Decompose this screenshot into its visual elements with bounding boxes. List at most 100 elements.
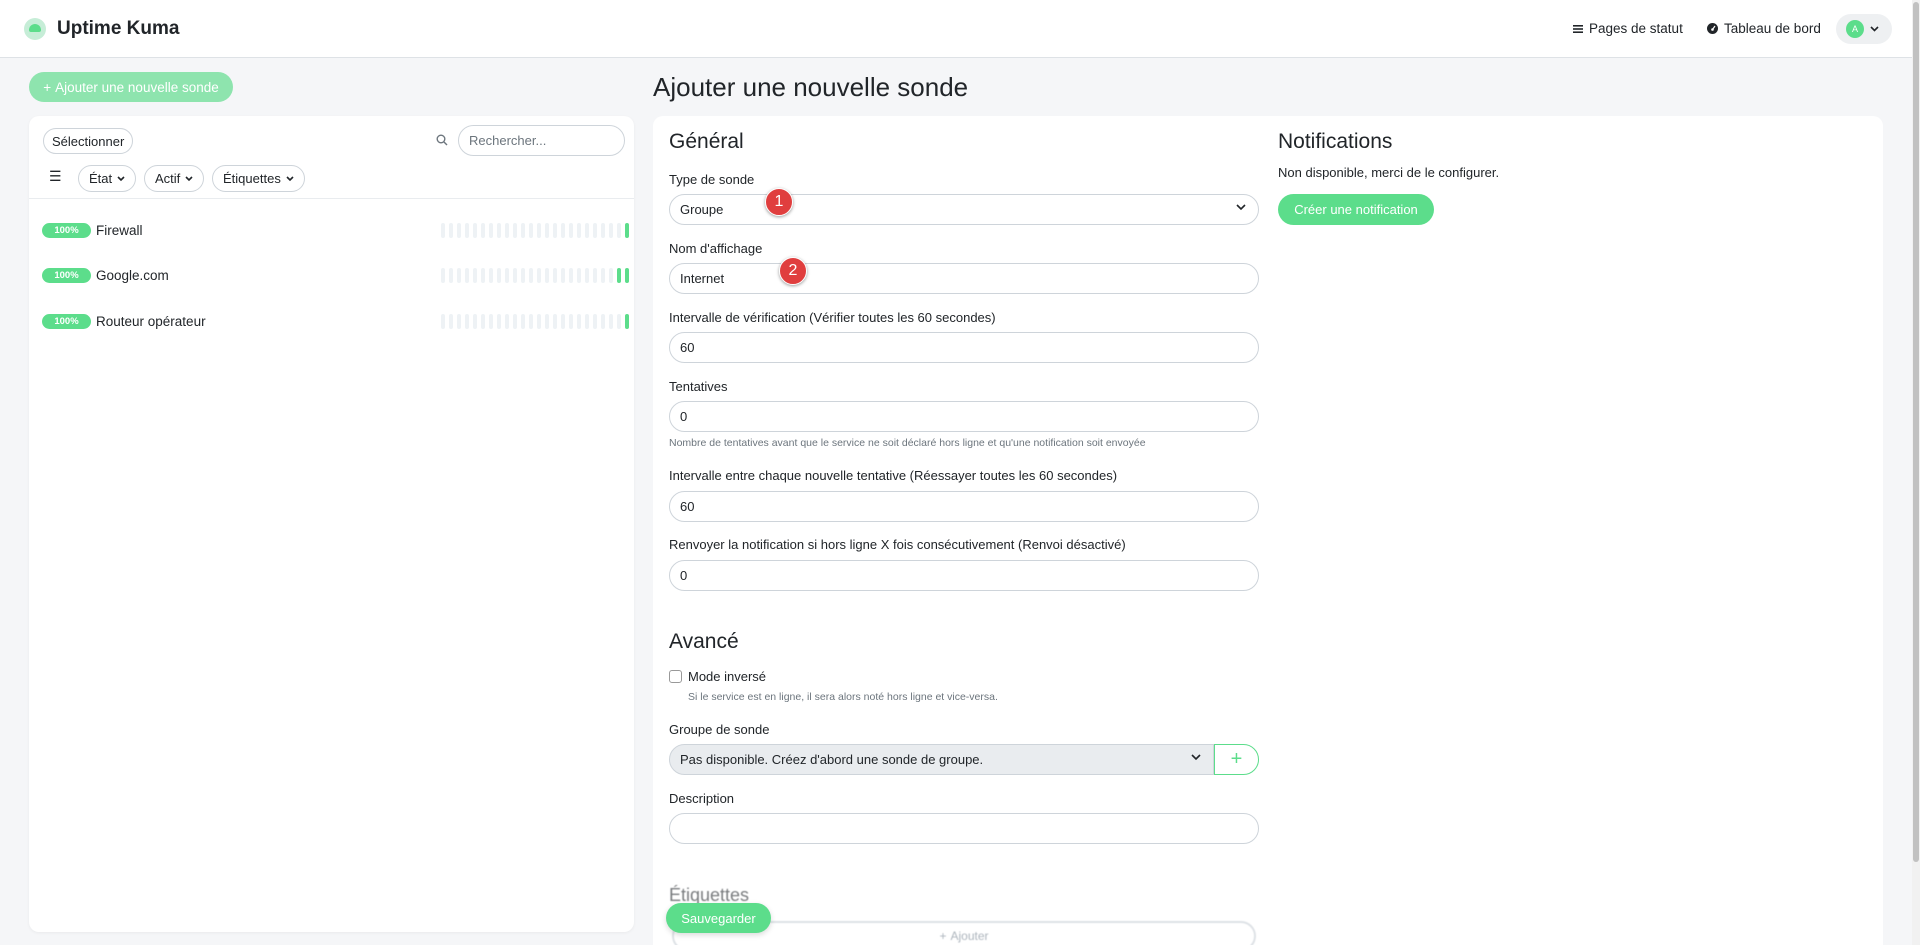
inverse-mode-help: Si le service est en ligne, il sera alor… bbox=[688, 691, 998, 703]
heartbeat-beat bbox=[449, 222, 453, 238]
heartbeat-beat bbox=[441, 313, 445, 329]
uptime-badge: 100% bbox=[42, 313, 91, 329]
monitor-group-value: Pas disponible. Créez d'abord une sonde … bbox=[680, 752, 984, 767]
filter-tags-button[interactable]: Étiquettes bbox=[212, 165, 305, 192]
heartbeat-beat bbox=[577, 222, 581, 238]
uptime-badge: 100% bbox=[42, 222, 91, 238]
heartbeat-beat bbox=[609, 222, 613, 238]
add-tag-label: Ajouter bbox=[950, 929, 989, 943]
uptime-badge: 100% bbox=[42, 267, 91, 283]
heartbeat-beat bbox=[545, 222, 549, 238]
heartbeat-beat bbox=[569, 313, 573, 329]
heartbeat-beat bbox=[521, 267, 525, 283]
heartbeat-bar bbox=[441, 313, 629, 329]
nav-status-pages[interactable]: Pages de statut bbox=[1572, 21, 1683, 36]
heartbeat-beat bbox=[473, 222, 477, 238]
heartbeat-beat bbox=[617, 222, 621, 238]
interval-input[interactable]: 60 bbox=[669, 332, 1259, 363]
inverse-mode-label: Mode inversé bbox=[688, 669, 767, 684]
notifications-heading: Notifications bbox=[1278, 130, 1393, 153]
heartbeat-beat bbox=[553, 313, 557, 329]
inverse-mode-checkbox[interactable] bbox=[669, 670, 682, 683]
nav-status-pages-label: Pages de statut bbox=[1589, 21, 1683, 36]
chevron-down-icon bbox=[286, 175, 294, 181]
heartbeat-beat bbox=[481, 313, 485, 329]
heartbeat-beat bbox=[585, 222, 589, 238]
create-notification-button[interactable]: Créer une notification bbox=[1278, 194, 1434, 225]
heartbeat-beat bbox=[489, 313, 493, 329]
heartbeat-beat bbox=[529, 313, 533, 329]
monitor-item-google[interactable]: 100% Google.com bbox=[29, 255, 634, 295]
hamburger-menu-icon[interactable]: ☰ bbox=[49, 168, 62, 185]
monitor-type-select[interactable]: Groupe bbox=[669, 194, 1259, 225]
heartbeat-beat bbox=[625, 222, 629, 238]
heartbeat-beat bbox=[585, 267, 589, 283]
heartbeat-beat bbox=[553, 222, 557, 238]
description-input[interactable] bbox=[669, 813, 1259, 844]
heartbeat-beat bbox=[465, 222, 469, 238]
monitor-type-value: Groupe bbox=[680, 202, 724, 217]
app-title[interactable]: Uptime Kuma bbox=[57, 18, 179, 40]
heartbeat-beat bbox=[473, 267, 477, 283]
resend-input[interactable]: 0 bbox=[669, 560, 1259, 591]
heartbeat-beat bbox=[489, 222, 493, 238]
filter-active-button[interactable]: Actif bbox=[144, 165, 205, 192]
heartbeat-beat bbox=[561, 267, 565, 283]
heartbeat-beat bbox=[505, 222, 509, 238]
add-monitor-label: Ajouter une nouvelle sonde bbox=[55, 79, 219, 95]
retries-input[interactable]: 0 bbox=[669, 401, 1259, 432]
description-label: Description bbox=[669, 791, 735, 806]
notifications-text: Non disponible, merci de le configurer. bbox=[1278, 165, 1500, 180]
add-monitor-button[interactable]: + Ajouter une nouvelle sonde bbox=[29, 72, 233, 102]
heartbeat-beat bbox=[465, 313, 469, 329]
add-group-button[interactable]: + bbox=[1214, 744, 1259, 775]
heartbeat-beat bbox=[505, 267, 509, 283]
display-name-input[interactable]: Internet bbox=[669, 263, 1259, 294]
heartbeat-bar bbox=[441, 267, 629, 283]
filter-state-label: État bbox=[89, 171, 113, 186]
filter-tags-label: Étiquettes bbox=[223, 171, 281, 186]
select-button[interactable]: Sélectionner bbox=[43, 128, 134, 154]
scrollbar-thumb[interactable] bbox=[1913, 2, 1919, 862]
search-icon bbox=[436, 134, 448, 146]
search-input[interactable] bbox=[458, 125, 625, 156]
heartbeat-beat bbox=[537, 267, 541, 283]
chevron-down-icon bbox=[185, 175, 193, 181]
heartbeat-bar bbox=[441, 222, 629, 238]
profile-menu[interactable]: A bbox=[1836, 14, 1892, 44]
filter-active-label: Actif bbox=[155, 171, 181, 186]
page-scrollbar[interactable] bbox=[1912, 0, 1920, 945]
heartbeat-beat bbox=[545, 313, 549, 329]
heartbeat-beat bbox=[513, 313, 517, 329]
nav-dashboard[interactable]: Tableau de bord bbox=[1706, 21, 1821, 36]
monitor-item-firewall[interactable]: 100% Firewall bbox=[29, 210, 634, 250]
heartbeat-beat bbox=[569, 267, 573, 283]
heartbeat-beat bbox=[489, 267, 493, 283]
heartbeat-beat bbox=[561, 313, 565, 329]
save-button[interactable]: Sauvegarder bbox=[666, 903, 771, 933]
filter-state-button[interactable]: État bbox=[78, 165, 137, 192]
heartbeat-beat bbox=[617, 313, 621, 329]
chevron-down-icon bbox=[1870, 26, 1879, 32]
list-divider bbox=[29, 198, 634, 199]
retry-interval-input[interactable]: 60 bbox=[669, 491, 1259, 522]
plus-icon: + bbox=[1230, 748, 1243, 770]
group-label: Groupe de sonde bbox=[669, 722, 770, 737]
monitor-group-select[interactable]: Pas disponible. Créez d'abord une sonde … bbox=[669, 744, 1214, 775]
plus-icon: + bbox=[43, 79, 52, 95]
heartbeat-beat bbox=[457, 313, 461, 329]
nav-dashboard-label: Tableau de bord bbox=[1724, 21, 1821, 36]
heartbeat-beat bbox=[473, 313, 477, 329]
interval-label: Intervalle de vérification (Vérifier tou… bbox=[669, 310, 996, 325]
heartbeat-beat bbox=[529, 222, 533, 238]
chevron-down-icon bbox=[117, 175, 125, 181]
heartbeat-beat bbox=[609, 313, 613, 329]
chevron-down-icon bbox=[1191, 754, 1201, 761]
name-label: Nom d'affichage bbox=[669, 241, 763, 256]
heartbeat-beat bbox=[577, 267, 581, 283]
monitor-item-routeur[interactable]: 100% Routeur opérateur bbox=[29, 301, 634, 341]
heartbeat-beat bbox=[505, 313, 509, 329]
uptime-kuma-logo-icon[interactable] bbox=[24, 18, 46, 40]
heartbeat-beat bbox=[625, 267, 629, 283]
heartbeat-beat bbox=[497, 267, 501, 283]
